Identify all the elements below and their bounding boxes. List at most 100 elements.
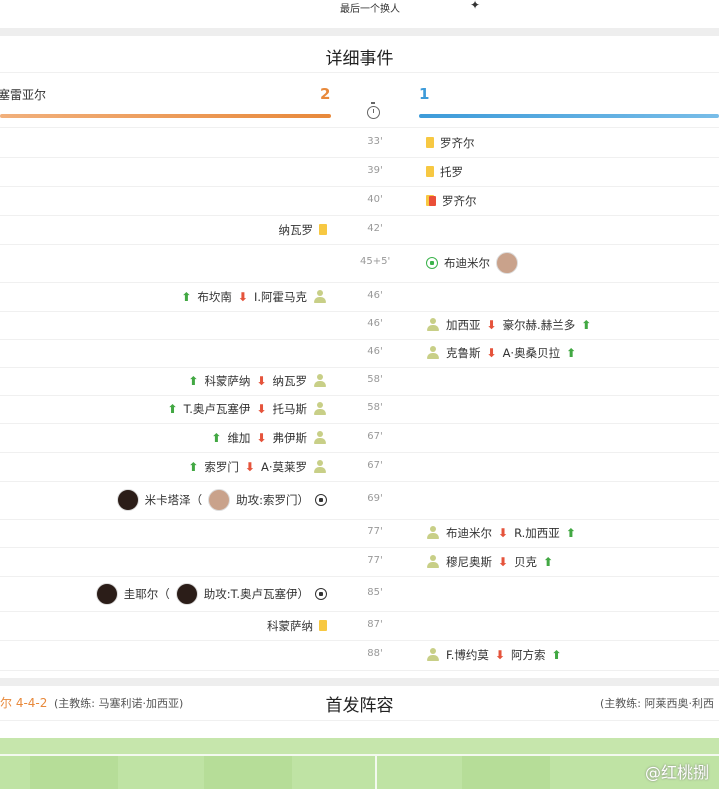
home-event: ⬆ 科蒙萨纳 ⬇ 纳瓦罗 xyxy=(188,371,327,391)
home-event: ⬆ 索罗门 ⬇ A·莫莱罗 xyxy=(188,457,327,477)
sub-in-icon: ⬆ xyxy=(167,402,178,416)
player-name[interactable]: 加西亚 xyxy=(446,317,481,333)
player-avatar-dark xyxy=(175,582,198,605)
event-minute: 77' xyxy=(367,554,383,566)
player-name[interactable]: 豪尔赫.赫兰多 xyxy=(503,317,576,333)
player-name[interactable]: R.加西亚 xyxy=(514,525,560,541)
event-minute: 88' xyxy=(367,648,383,659)
watermark: @红桃捌 xyxy=(644,763,709,782)
away-event: 托罗 xyxy=(426,162,463,182)
event-minute: 69' xyxy=(367,493,383,504)
player-name[interactable]: 米卡塔泽（ xyxy=(145,492,203,508)
player-name[interactable]: 维加 xyxy=(227,430,250,446)
event-row: 67' ⬆ 索罗门 ⬇ A·莫莱罗 xyxy=(0,452,719,482)
event-minute: 45+5' xyxy=(360,256,391,267)
sub-out-icon: ⬇ xyxy=(244,459,255,474)
pitch-halfway-line xyxy=(375,754,377,789)
sub-out-icon: ⬇ xyxy=(486,346,497,360)
event-row: 58' ⬆ T.奥卢瓦塞伊 ⬇ 托马斯 xyxy=(0,395,719,424)
player-name[interactable]: A·莫莱罗 xyxy=(261,459,307,475)
player-name[interactable]: 罗齐尔 xyxy=(442,193,477,209)
away-event: 加西亚 ⬇ 豪尔赫.赫兰多 ⬆ xyxy=(426,315,591,335)
player-name[interactable]: 纳瓦罗 xyxy=(273,373,308,389)
player-name[interactable]: 布坎南 xyxy=(197,289,232,305)
player-name[interactable]: 托罗 xyxy=(440,164,463,180)
sub-in-icon: ⬆ xyxy=(565,526,576,540)
player-avatar-light xyxy=(496,252,518,274)
player-name[interactable]: T.奥卢瓦塞伊 xyxy=(184,401,251,417)
player-avatar-dark xyxy=(116,489,139,511)
red-card-icon xyxy=(426,195,436,206)
sub-in-icon: ⬆ xyxy=(581,318,592,332)
sub-out-icon: ⬇ xyxy=(486,318,497,332)
player-name[interactable]: 托马斯 xyxy=(273,401,308,417)
lineup-header: 尔 4-4-2 (主教练: 马塞利诺·加西亚) 首发阵容 (主教练: 阿莱西奥·… xyxy=(0,690,719,721)
event-minute: 40' xyxy=(367,193,383,205)
player-name[interactable]: 助攻:索罗门） xyxy=(236,492,309,508)
event-row: 46' ⬆ 布坎南 ⬇ I.阿霍马克 xyxy=(0,282,719,312)
event-row: 40' 罗齐尔 xyxy=(0,186,719,216)
player-name[interactable]: 索罗门 xyxy=(204,459,239,475)
yellow-card-icon xyxy=(426,137,434,148)
event-row: 67' ⬆ 维加 ⬇ 弗伊斯 xyxy=(0,423,719,453)
sub-out-icon: ⬇ xyxy=(498,526,509,540)
event-minute: 87' xyxy=(367,618,383,630)
player-name[interactable]: 贝克 xyxy=(514,554,537,570)
yellow-card-icon xyxy=(319,224,327,235)
player-name[interactable]: 弗伊斯 xyxy=(273,430,308,446)
substitution-person-icon xyxy=(313,374,327,388)
event-minute: 58' xyxy=(367,374,383,385)
sub-in-icon: ⬆ xyxy=(543,554,554,569)
player-name[interactable]: 圭耶尔（ xyxy=(124,586,170,602)
pitch-top-band xyxy=(0,738,719,754)
event-row: 46' 克鲁斯 ⬇ A·奥桑贝拉 ⬆ xyxy=(0,339,719,368)
player-name[interactable]: 克鲁斯 xyxy=(446,345,481,361)
player-name[interactable]: 纳瓦罗 xyxy=(279,222,314,238)
substitution-person-icon xyxy=(313,402,327,416)
player-name[interactable]: 阿方索 xyxy=(511,647,546,663)
divider xyxy=(0,72,719,73)
player-name[interactable]: 科蒙萨纳 xyxy=(204,373,250,389)
substitution-person-icon xyxy=(313,459,327,474)
event-minute: 46' xyxy=(367,346,383,357)
player-name[interactable]: 布迪米尔 xyxy=(444,255,490,271)
player-name[interactable]: 穆尼奥斯 xyxy=(446,554,492,570)
event-row: 88' F.博约莫 ⬇ 阿方索 ⬆ xyxy=(0,640,719,671)
event-minute: 85' xyxy=(367,586,383,598)
event-row: 58' ⬆ 科蒙萨纳 ⬇ 纳瓦罗 xyxy=(0,367,719,396)
away-event: 穆尼奥斯 ⬇ 贝克 ⬆ xyxy=(426,552,553,572)
event-minute: 39' xyxy=(367,164,383,176)
sub-out-icon: ⬇ xyxy=(256,402,267,416)
event-row: 46' 加西亚 ⬇ 豪尔赫.赫兰多 ⬆ xyxy=(0,311,719,340)
sub-out-icon: ⬇ xyxy=(237,289,248,304)
substitution-person-icon xyxy=(426,648,440,662)
substitution-person-icon xyxy=(313,289,327,304)
home-event: ⬆ T.奥卢瓦塞伊 ⬇ 托马斯 xyxy=(168,399,327,419)
home-score: 2 xyxy=(320,85,331,103)
sub-in-icon: ⬆ xyxy=(181,289,192,304)
player-name[interactable]: A·奥桑贝拉 xyxy=(503,345,561,361)
player-name[interactable]: 罗齐尔 xyxy=(440,135,475,151)
player-name[interactable]: 布迪米尔 xyxy=(446,525,492,541)
section-separator xyxy=(0,28,719,36)
player-name[interactable]: F.博约莫 xyxy=(446,647,489,663)
star-icon: ✦ xyxy=(470,0,481,12)
sub-out-icon: ⬇ xyxy=(256,374,267,388)
home-event: ⬆ 维加 ⬇ 弗伊斯 xyxy=(211,428,327,448)
player-name[interactable]: I.阿霍马克 xyxy=(254,289,307,305)
away-score: 1 xyxy=(419,85,430,103)
stopwatch-icon xyxy=(367,102,380,119)
sub-out-icon: ⬇ xyxy=(498,554,509,569)
player-name[interactable]: 科蒙萨纳 xyxy=(267,618,313,634)
player-name[interactable]: 助攻:T.奥卢瓦塞伊） xyxy=(204,586,309,602)
sub-in-icon: ⬆ xyxy=(566,346,577,360)
event-row: 69' 米卡塔泽（ 助攻:索罗门） xyxy=(0,481,719,520)
home-score-bar xyxy=(0,114,331,118)
event-minute: 67' xyxy=(367,430,383,442)
away-event: 罗齐尔 xyxy=(426,191,477,211)
event-row: 42' 纳瓦罗 xyxy=(0,215,719,245)
event-minute: 42' xyxy=(367,222,383,234)
home-event: ⬆ 布坎南 ⬇ I.阿霍马克 xyxy=(181,287,327,307)
goal-ball-icon-dark-icon xyxy=(315,587,327,600)
event-minute: 67' xyxy=(367,459,383,471)
